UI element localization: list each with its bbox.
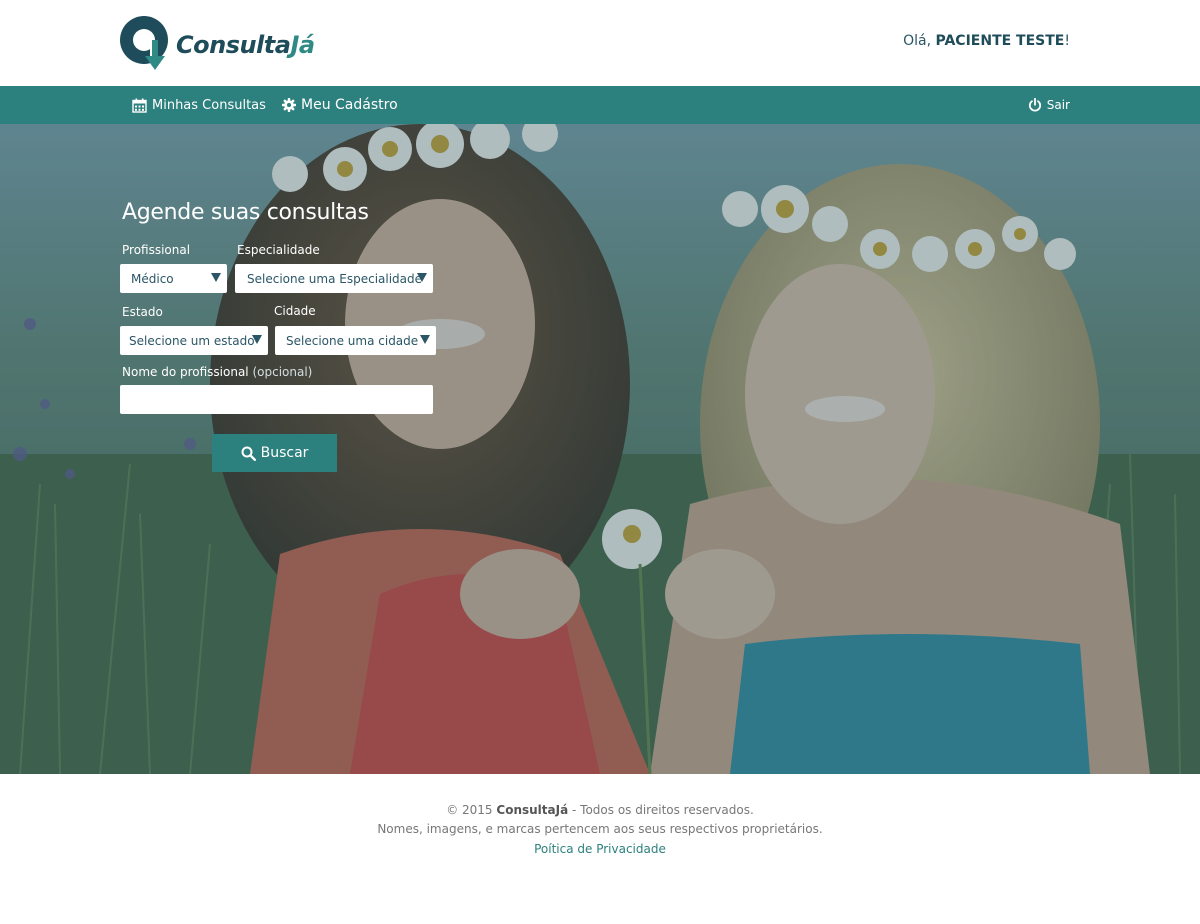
profissional-select[interactable]: Médico (120, 264, 227, 293)
estado-label: Estado (122, 305, 163, 319)
especialidade-select-value: Selecione uma Especialidade (247, 271, 423, 286)
site-header: ConsultaJá Olá, PACIENTE TESTE! (0, 0, 1200, 86)
nome-profissional-label: Nome do profissional (opcional) (122, 365, 312, 379)
cidade-select-value: Selecione uma cidade (286, 333, 419, 348)
nav-minhas-consultas[interactable]: Minhas Consultas (132, 86, 266, 124)
form-title: Agende suas consultas (122, 200, 369, 225)
buscar-button[interactable]: Buscar (212, 434, 337, 472)
copyright-suffix: - Todos os direitos reservados. (572, 803, 754, 817)
greeting-suffix: ! (1064, 33, 1070, 49)
nav-meu-cadastro-label: Meu Cadástro (301, 97, 398, 113)
search-icon (241, 446, 256, 461)
consultaja-logo[interactable]: ConsultaJá (120, 14, 315, 72)
dropdown-arrow-icon (420, 335, 430, 344)
gear-icon (282, 98, 296, 112)
footer-disclaimer: Nomes, imagens, e marcas pertencem aos s… (377, 822, 823, 836)
logo-text-consulta: Consulta (176, 31, 291, 59)
nav-sair[interactable]: Sair (1028, 86, 1070, 124)
buscar-button-label: Buscar (260, 445, 309, 461)
copyright-prefix: © 2015 (446, 803, 493, 817)
dropdown-arrow-icon (252, 335, 262, 344)
especialidade-select[interactable]: Selecione uma Especialidade (235, 264, 433, 293)
main-nav: Minhas Consultas Meu Cadástro Sair (0, 86, 1200, 124)
estado-select-value: Selecione um estado (129, 333, 255, 348)
logo-mark-icon (120, 16, 168, 70)
greeting-prefix: Olá, (903, 33, 932, 49)
nav-sair-label: Sair (1046, 98, 1070, 112)
dropdown-arrow-icon (211, 273, 221, 282)
nav-meu-cadastro[interactable]: Meu Cadástro (282, 86, 398, 124)
calendar-icon (132, 98, 147, 113)
site-footer: © 2015 ConsultaJá - Todos os direitos re… (0, 774, 1200, 924)
nome-profissional-label-text: Nome do profissional (122, 365, 249, 379)
opcional-hint: (opcional) (252, 365, 313, 379)
logo-text: ConsultaJá (176, 31, 315, 59)
especialidade-label: Especialidade (237, 243, 320, 257)
profissional-label: Profissional (122, 243, 191, 257)
footer-brand: ConsultaJá (496, 803, 569, 817)
user-name: PACIENTE TESTE (935, 33, 1065, 49)
privacy-policy-link[interactable]: Poítica de Privacidade (0, 842, 1200, 856)
user-greeting: Olá, PACIENTE TESTE! (903, 33, 1070, 49)
footer-copyright: © 2015 ConsultaJá - Todos os direitos re… (0, 803, 1200, 817)
cidade-select[interactable]: Selecione uma cidade (275, 326, 436, 355)
nome-profissional-input[interactable] (120, 385, 433, 414)
estado-select[interactable]: Selecione um estado (120, 326, 268, 355)
profissional-select-value: Médico (131, 271, 174, 286)
dropdown-arrow-icon (417, 273, 427, 282)
hero-section: Agende suas consultas Profissional Médic… (0, 124, 1200, 774)
logo-text-ja: Já (290, 31, 315, 59)
cidade-label: Cidade (274, 304, 316, 318)
power-icon (1028, 98, 1042, 112)
nav-minhas-consultas-label: Minhas Consultas (152, 97, 266, 113)
